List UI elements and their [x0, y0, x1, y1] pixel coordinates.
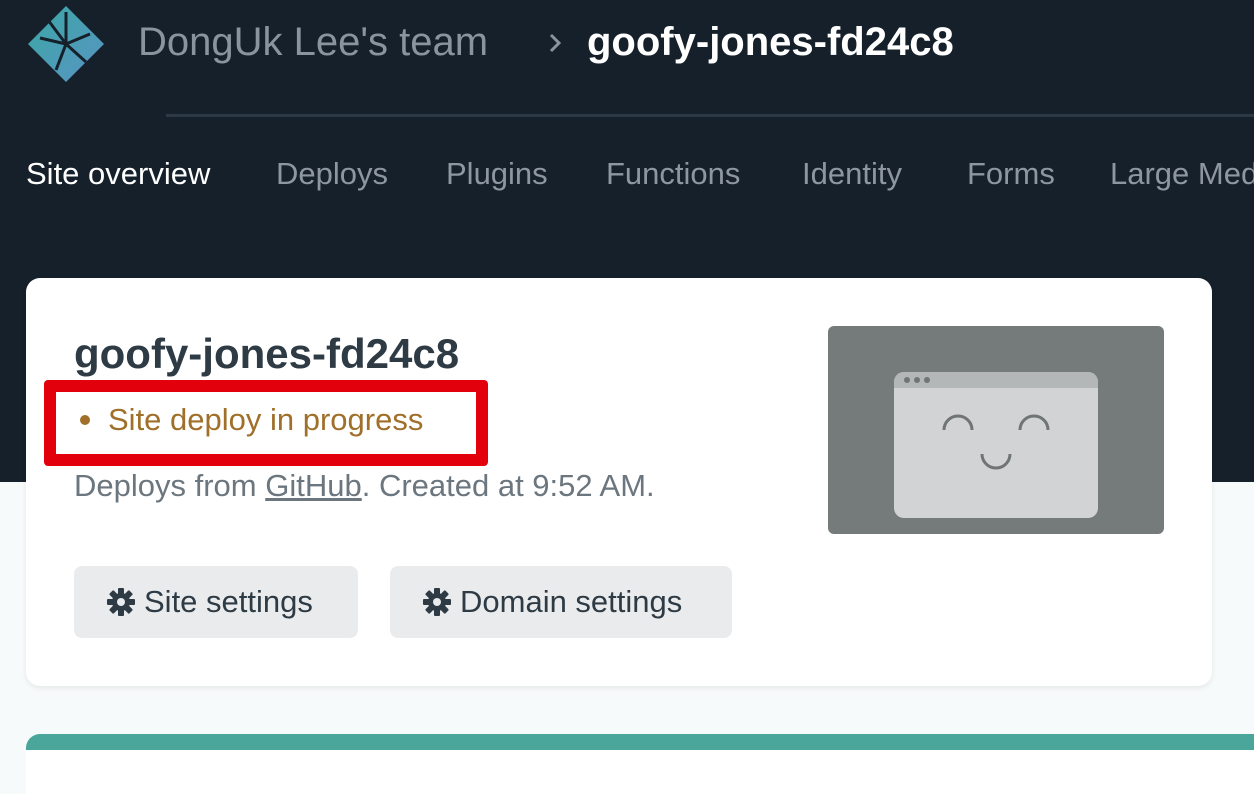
highlight-box [44, 380, 488, 466]
breadcrumb-site[interactable]: goofy-jones-fd24c8 [587, 20, 954, 65]
browser-smiley-icon [894, 372, 1098, 518]
tab-forms[interactable]: Forms [967, 156, 1055, 192]
github-link[interactable]: GitHub [265, 468, 361, 503]
tab-deploys[interactable]: Deploys [276, 156, 388, 192]
tab-large-media[interactable]: Large Media [1110, 156, 1254, 192]
tab-plugins[interactable]: Plugins [446, 156, 548, 192]
site-settings-button[interactable]: Site settings [74, 566, 358, 638]
netlify-logo-icon[interactable] [26, 4, 106, 84]
deploy-info: Deploys from GitHub. Created at 9:52 AM. [74, 468, 655, 504]
created-at-text: . Created at 9:52 AM. [361, 468, 655, 503]
breadcrumb-team[interactable]: DongUk Lee's team [138, 20, 488, 65]
site-settings-label: Site settings [144, 584, 313, 619]
domain-settings-label: Domain settings [460, 584, 683, 619]
next-card [26, 734, 1254, 794]
deploy-info-prefix: Deploys from [74, 468, 266, 503]
gear-icon [107, 588, 135, 616]
chevron-right-icon [545, 24, 567, 62]
gear-icon [423, 588, 451, 616]
tab-identity[interactable]: Identity [802, 156, 902, 192]
tab-functions[interactable]: Functions [606, 156, 740, 192]
site-overview-card: goofy-jones-fd24c8 Site deploy in progre… [26, 278, 1212, 686]
header-divider [166, 114, 1254, 117]
site-preview-placeholder[interactable] [828, 326, 1164, 534]
site-title: goofy-jones-fd24c8 [74, 330, 460, 377]
domain-settings-button[interactable]: Domain settings [390, 566, 732, 638]
top-bar: DongUk Lee's team goofy-jones-fd24c8 [0, 0, 1254, 116]
tab-site-overview[interactable]: Site overview [26, 156, 210, 192]
site-nav: Site overview Deploys Plugins Functions … [0, 150, 1254, 200]
